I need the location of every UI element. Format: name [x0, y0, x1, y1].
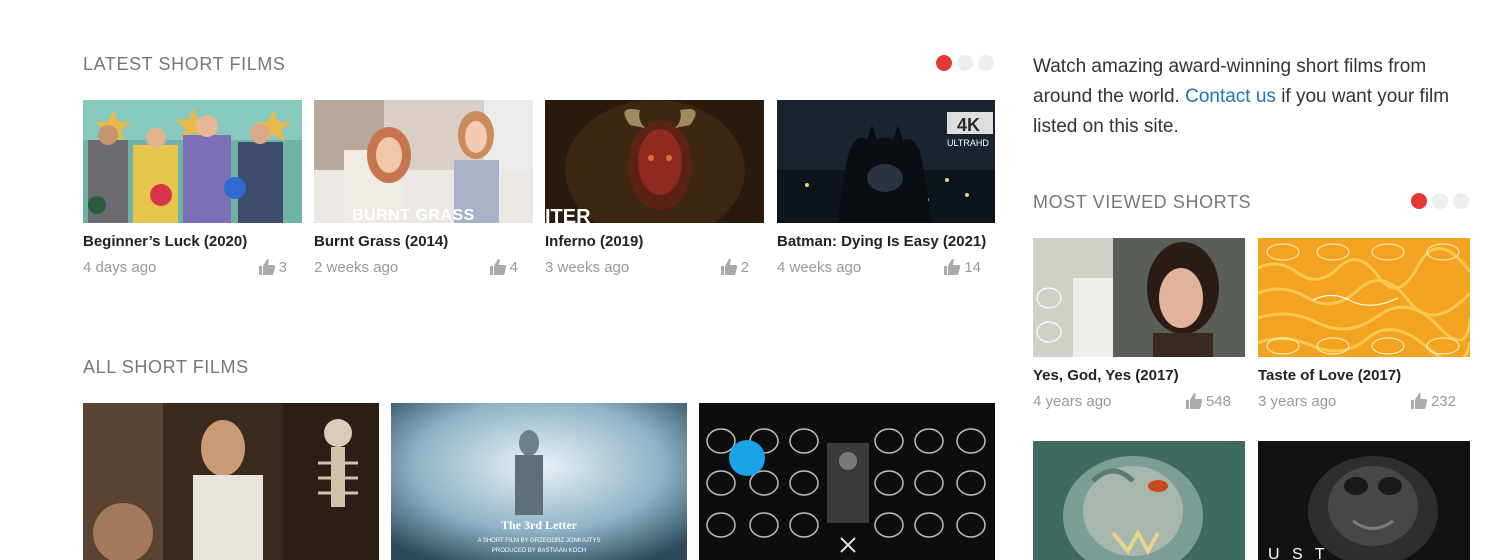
film-likes[interactable]: 14	[943, 258, 981, 276]
badge-4k-text: 4K	[957, 115, 980, 135]
film-age: 4 days ago	[83, 258, 157, 276]
like-count: 2	[740, 258, 749, 276]
all-short-films-title: ALL SHORT FILMS	[83, 357, 249, 377]
most-viewed-card-3[interactable]	[1033, 441, 1245, 560]
thumbs-up-icon	[1410, 392, 1428, 410]
most-viewed-card-4[interactable]: U S T	[1258, 441, 1470, 560]
third-letter-poster-produced: PRODUCED BY BASTIAAN KOCH	[492, 548, 586, 554]
thumbs-up-icon	[258, 258, 276, 276]
carousel-dot-2[interactable]	[1432, 193, 1448, 209]
all-film-card-1[interactable]	[83, 403, 379, 560]
like-count: 14	[964, 258, 981, 276]
like-count: 3	[278, 258, 287, 276]
film-likes[interactable]: 4	[489, 258, 518, 276]
carousel-dot-1[interactable]	[936, 55, 952, 71]
carousel-dot-3[interactable]	[1453, 193, 1469, 209]
most-viewed-card-yes-god-yes[interactable]: Yes, God, Yes (2017) 4 years ago 548	[1033, 238, 1245, 410]
contact-us-link[interactable]: Contact us	[1185, 86, 1276, 107]
film-thumbnail[interactable]	[699, 403, 995, 560]
film-age: 3 weeks ago	[545, 258, 630, 276]
film-age: 4 weeks ago	[777, 258, 862, 276]
film-age: 3 years ago	[1258, 392, 1337, 410]
film-card-burnt-grass[interactable]: BURNT GRASS Burnt Grass (2014) 2 weeks a…	[314, 100, 533, 276]
film-title[interactable]: Beginner’s Luck (2020)	[83, 233, 302, 250]
film-thumbnail[interactable]	[1033, 238, 1245, 357]
film-thumbnail[interactable]: The 3rd Letter A SHORT FILM BY GRZEGORZ …	[391, 403, 687, 560]
film-thumbnail[interactable]: U S T	[1258, 441, 1470, 560]
like-count: 548	[1205, 392, 1231, 410]
film-card-batman[interactable]: 4K ULTRAHD Batman: Dying Is Easy (2021) …	[777, 100, 995, 276]
latest-carousel-dots	[936, 55, 994, 71]
film-age: 4 years ago	[1033, 392, 1112, 410]
thumbs-up-icon	[943, 258, 961, 276]
thumbs-up-icon	[1185, 392, 1203, 410]
latest-short-films-title: LATEST SHORT FILMS	[83, 54, 286, 74]
film-title[interactable]: Yes, God, Yes (2017)	[1033, 367, 1245, 384]
badge-ultra-text: ULTRAHD	[947, 138, 989, 148]
film-title[interactable]: Burnt Grass (2014)	[314, 233, 533, 250]
film-age: 2 weeks ago	[314, 258, 399, 276]
carousel-dot-1[interactable]	[1411, 193, 1427, 209]
like-count: 4	[509, 258, 518, 276]
film-thumbnail[interactable]	[1033, 441, 1245, 560]
film-thumbnail[interactable]	[83, 100, 302, 223]
all-film-card-2[interactable]: The 3rd Letter A SHORT FILM BY GRZEGORZ …	[391, 403, 687, 560]
most-viewed-shorts-title: MOST VIEWED SHORTS	[1033, 192, 1252, 212]
thumbs-up-icon	[720, 258, 738, 276]
film-card-beginners-luck[interactable]: Beginner’s Luck (2020) 4 days ago 3	[83, 100, 302, 276]
sidebar-intro: Watch amazing award-winning short films …	[1033, 52, 1478, 142]
film-thumbnail[interactable]: BURNT GRASS	[314, 100, 533, 223]
thumbs-up-icon	[489, 258, 507, 276]
film-thumbnail[interactable]	[83, 403, 379, 560]
film-likes[interactable]: 2	[720, 258, 749, 276]
film-thumbnail[interactable]: 4K ULTRAHD	[777, 100, 995, 223]
film-likes[interactable]: 3	[258, 258, 287, 276]
all-film-card-3[interactable]	[699, 403, 995, 560]
inferno-poster-text: ITER	[545, 206, 591, 223]
burnt-grass-poster-text: BURNT GRASS	[352, 207, 475, 223]
carousel-dot-2[interactable]	[957, 55, 973, 71]
film-thumbnail[interactable]	[1258, 238, 1470, 357]
film-title[interactable]: Inferno (2019)	[545, 233, 764, 250]
most-viewed-card-taste-of-love[interactable]: Taste of Love (2017) 3 years ago 232	[1258, 238, 1470, 410]
ust-poster-text: U S T	[1268, 546, 1329, 560]
film-card-inferno[interactable]: ITER Inferno (2019) 3 weeks ago 2	[545, 100, 764, 276]
film-title[interactable]: Batman: Dying Is Easy (2021)	[777, 233, 995, 250]
film-thumbnail[interactable]: ITER	[545, 100, 764, 223]
page: LATEST SHORT FILMS Beginner’s Luck (2020…	[0, 0, 1496, 560]
third-letter-poster-by: A SHORT FILM BY GRZEGORZ JONKAJTYS	[477, 538, 600, 544]
film-likes[interactable]: 232	[1410, 392, 1456, 410]
like-count: 232	[1430, 392, 1456, 410]
carousel-dot-3[interactable]	[978, 55, 994, 71]
film-title[interactable]: Taste of Love (2017)	[1258, 367, 1470, 384]
film-likes[interactable]: 548	[1185, 392, 1231, 410]
third-letter-poster-title: The 3rd Letter	[501, 518, 578, 532]
most-viewed-carousel-dots	[1411, 193, 1469, 209]
